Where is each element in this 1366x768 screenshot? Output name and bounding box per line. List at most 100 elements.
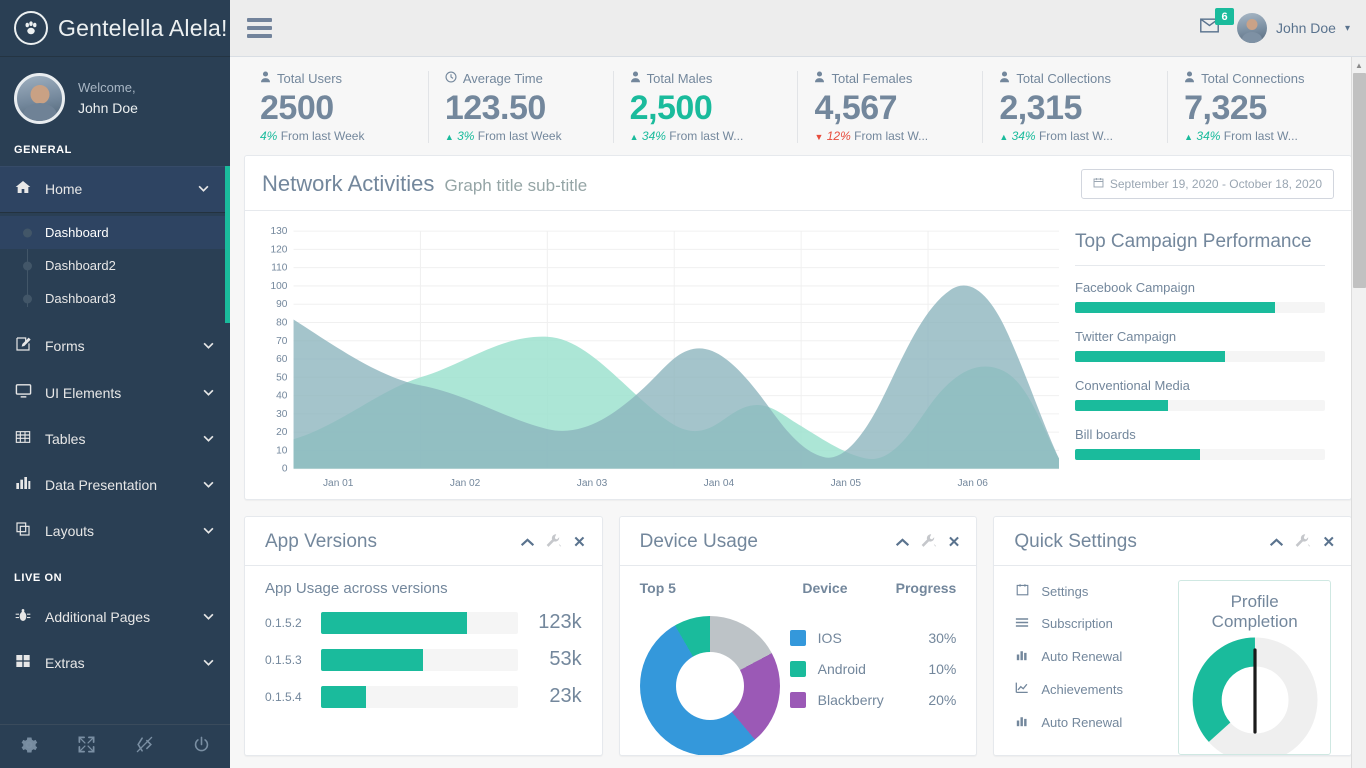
svg-text:50: 50 [276, 372, 288, 383]
brand[interactable]: Gentelella Alela! [0, 0, 230, 57]
collapse-icon[interactable] [895, 535, 910, 549]
wrench-icon[interactable] [921, 534, 937, 550]
sidebar-link-ui-elements[interactable]: UI Elements [0, 369, 230, 416]
sidebar-link-layouts[interactable]: Layouts [0, 508, 230, 554]
close-icon[interactable]: ✕ [1322, 535, 1335, 550]
welcome-label: Welcome, [78, 78, 138, 98]
svg-text:30: 30 [276, 409, 288, 420]
chevron-down-icon [203, 433, 214, 445]
messages-badge: 6 [1215, 8, 1234, 25]
tile-trend: 4% From last Week [260, 129, 412, 143]
column-header-progress: Progress [894, 580, 956, 596]
quick-settings-list: Settings Subscription [1014, 580, 1164, 755]
panel-body: App Usage across versions 0.1.5.2 123k 0… [245, 566, 602, 755]
area-chart[interactable]: 130120 110100 9080 7060 5040 3020 100 [257, 223, 1059, 497]
svg-text:Jan 06: Jan 06 [957, 478, 988, 489]
tile-label: Total Users [277, 71, 342, 86]
tile-trend: ▲ 34% From last W... [999, 129, 1151, 143]
quick-settings-item-settings[interactable]: Settings [1014, 583, 1164, 599]
wrench-icon[interactable] [546, 534, 562, 550]
close-icon[interactable]: ✕ [573, 535, 586, 550]
messages-button[interactable]: 6 [1198, 16, 1221, 40]
lock-icon[interactable] [135, 735, 154, 758]
progress-bar [1075, 449, 1325, 460]
tile-label: Total Males [647, 71, 713, 86]
clone-icon [14, 521, 32, 541]
quick-settings-item-subscription[interactable]: Subscription [1014, 616, 1164, 631]
tile-percent: 34% [642, 129, 666, 143]
svg-text:110: 110 [271, 263, 288, 274]
user-menu[interactable]: John Doe ▾ [1237, 13, 1350, 43]
profile-completion-card: Profile Completion [1178, 580, 1331, 755]
page-scrollbar[interactable]: ▲ [1351, 57, 1366, 768]
scroll-up-arrow[interactable]: ▲ [1352, 57, 1366, 73]
tile-count: 2,315 [999, 89, 1151, 128]
sidebar-subitem-dashboard3[interactable]: Dashboard3 [0, 282, 225, 315]
brand-title: Gentelella Alela! [58, 15, 228, 42]
date-range-picker[interactable]: September 19, 2020 - October 18, 2020 [1081, 169, 1334, 199]
panel-title: App Versions [265, 531, 377, 553]
chevron-down-icon [198, 183, 209, 195]
version-value: 123k [530, 611, 582, 634]
sidebar-link-forms[interactable]: Forms [0, 323, 230, 369]
tile-label: Total Connections [1201, 71, 1304, 86]
sidebar-link-home[interactable]: Home [0, 166, 225, 213]
sidebar-item-forms: Forms [0, 323, 230, 369]
hamburger-icon[interactable] [247, 18, 272, 38]
collapse-icon[interactable] [520, 535, 535, 549]
arrow-down-icon: ▼ [814, 132, 823, 142]
profile-completion-title: Profile Completion [1187, 592, 1322, 632]
legend-item-ios: IOS 30% [790, 630, 957, 646]
bars-icon [1014, 616, 1030, 631]
sidebar-link-extras[interactable]: Extras [0, 640, 230, 686]
main-area: 6 John Doe ▾ Total Users [230, 0, 1366, 768]
progress-fill [1075, 351, 1225, 362]
svg-text:40: 40 [276, 391, 288, 402]
tile-count: 123.50 [445, 89, 597, 128]
quick-settings-label: Auto Renewal [1041, 715, 1122, 730]
page-content: Total Users 2500 4% From last Week Avera… [230, 57, 1366, 768]
fullscreen-icon[interactable] [77, 735, 96, 758]
calendar-icon [1014, 583, 1030, 599]
progress-fill [321, 612, 467, 634]
clock-icon [445, 71, 457, 86]
collapse-icon[interactable] [1269, 535, 1284, 549]
close-icon[interactable]: ✕ [948, 535, 961, 550]
top-campaign-performance: Top Campaign Performance Facebook Campai… [1059, 223, 1339, 497]
profile-name: John Doe [78, 98, 138, 120]
wrench-icon[interactable] [1295, 534, 1311, 550]
column-header-device: Device [802, 580, 894, 596]
chevron-down-icon [203, 611, 214, 623]
campaign-item-facebook: Facebook Campaign [1075, 280, 1325, 313]
svg-text:0: 0 [282, 464, 288, 475]
panel-title: Device Usage [640, 531, 758, 553]
arrow-up-icon: ▲ [1184, 132, 1193, 142]
gear-icon[interactable] [19, 735, 39, 759]
sidebar-link-additional-pages[interactable]: Additional Pages [0, 594, 230, 640]
sidebar-link-tables[interactable]: Tables [0, 416, 230, 462]
power-icon[interactable] [192, 735, 211, 758]
svg-text:Jan 02: Jan 02 [450, 478, 481, 489]
quick-settings-item-auto-renewal[interactable]: Auto Renewal [1014, 648, 1164, 664]
quick-settings-item-auto-renewal-2[interactable]: Auto Renewal [1014, 714, 1164, 730]
sidebar-subitem-dashboard[interactable]: Dashboard [0, 216, 225, 249]
date-range-value: September 19, 2020 - October 18, 2020 [1110, 177, 1322, 191]
donut-chart[interactable] [640, 616, 780, 755]
sidebar-subitem-dashboard2[interactable]: Dashboard2 [0, 249, 225, 282]
tile-total-connections: Total Connections 7,325 ▲ 34% From last … [1167, 71, 1352, 143]
submenu-home: Dashboard Dashboard2 Dashboard3 [0, 213, 225, 323]
user-icon [1184, 71, 1195, 86]
tile-count: 2,500 [630, 89, 782, 128]
tile-subtext: From last W... [1224, 129, 1298, 143]
home-icon [14, 179, 32, 199]
tile-count: 7,325 [1184, 89, 1336, 128]
chevron-down-icon: ▾ [1345, 23, 1350, 34]
sidebar-nav-general: Home Dashboard Dashboard2 Dashboard3 [0, 166, 230, 554]
legend-swatch [790, 692, 806, 708]
quick-settings-item-achievements[interactable]: Achievements [1014, 681, 1164, 697]
sidebar-link-data-presentation[interactable]: Data Presentation [0, 462, 230, 508]
sidebar: Gentelella Alela! Welcome, John Doe GENE… [0, 0, 230, 768]
progress-fill [1075, 400, 1168, 411]
scroll-thumb[interactable] [1353, 73, 1366, 288]
tile-percent: 34% [1012, 129, 1036, 143]
